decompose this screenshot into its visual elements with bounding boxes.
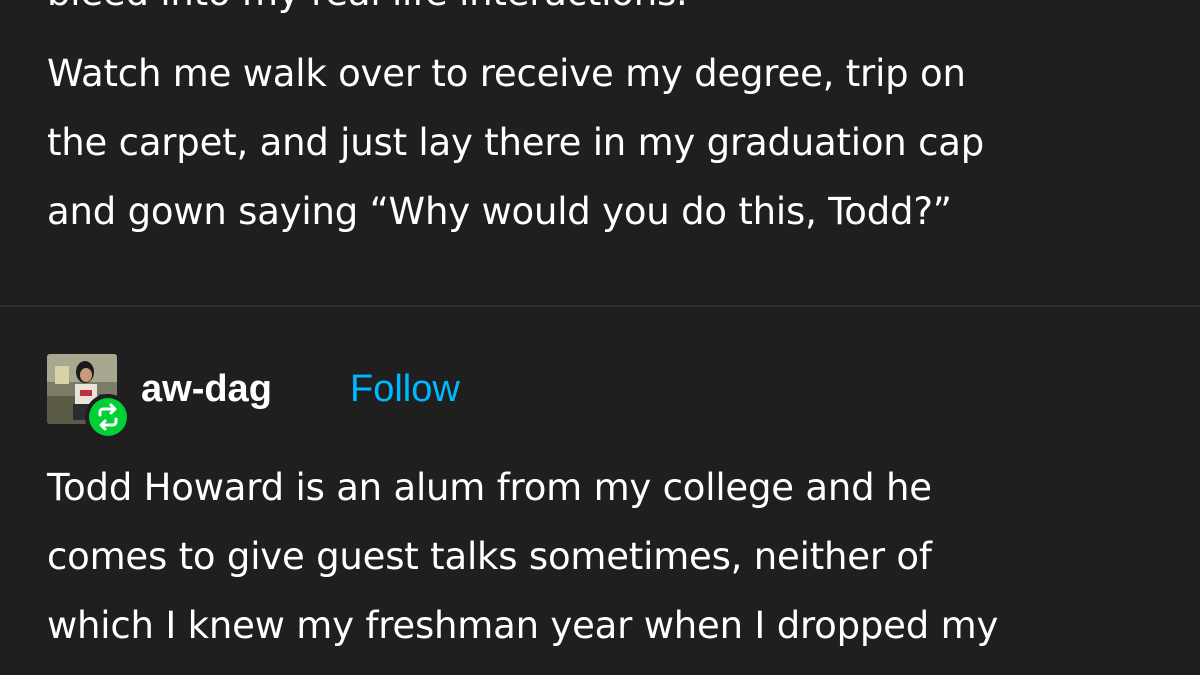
post-line: comes to give guest talks sometimes, nei… <box>47 535 932 578</box>
previous-post: bleed into my real life interactions. Wa… <box>0 0 1200 305</box>
follow-button[interactable]: Follow <box>350 364 460 414</box>
post-divider <box>0 305 1200 307</box>
reblog-header: aw-dag Follow <box>47 354 747 440</box>
post-line: which I knew my freshman year when I dro… <box>47 604 999 647</box>
post-line: Watch me walk over to receive my degree,… <box>47 52 966 95</box>
username-link[interactable]: aw-dag <box>141 364 272 414</box>
previous-post-body: bleed into my real life interactions. Wa… <box>47 0 984 246</box>
reblog-post: Todd Howard is an alum from my college a… <box>0 445 1200 675</box>
post-line: Todd Howard is an alum from my college a… <box>47 466 932 509</box>
reblog-icon <box>85 394 131 440</box>
post-line: the carpet, and just lay there in my gra… <box>47 121 985 164</box>
post-line: and gown saying “Why would you do this, … <box>47 190 952 233</box>
post-line: bleed into my real life interactions. <box>47 0 984 27</box>
reblog-post-body: Todd Howard is an alum from my college a… <box>47 453 998 660</box>
